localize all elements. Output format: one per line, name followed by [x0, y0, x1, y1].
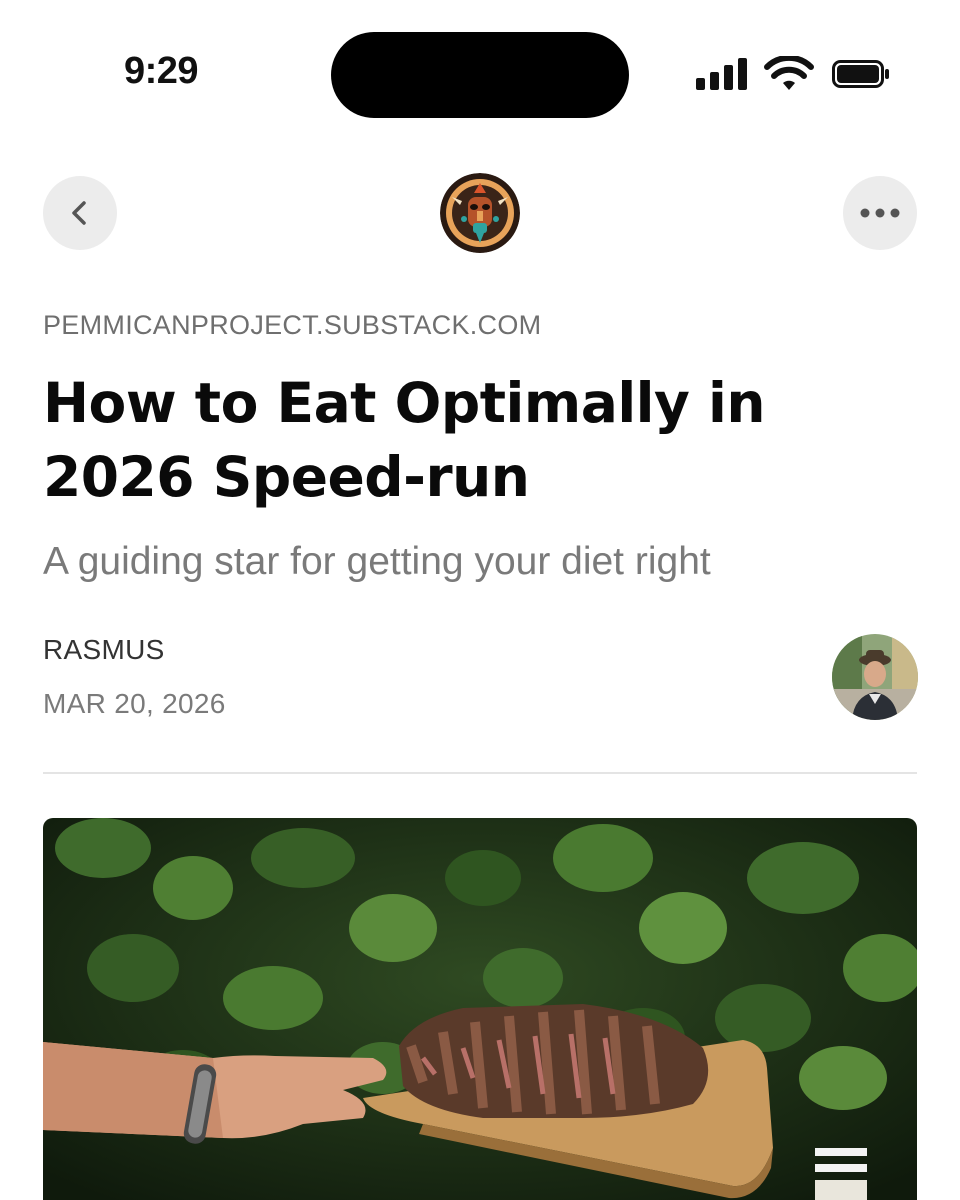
article-subtitle: A guiding star for getting your diet rig…	[43, 540, 711, 583]
back-button[interactable]	[43, 176, 117, 250]
author-avatar[interactable]	[832, 634, 918, 720]
publication-domain[interactable]: PEMMICANPROJECT.SUBSTACK.COM	[43, 310, 541, 341]
wifi-icon	[764, 56, 814, 90]
dynamic-island	[331, 32, 629, 118]
status-time: 9:29	[124, 50, 199, 92]
header-divider	[43, 772, 917, 774]
author-name[interactable]: RASMUS	[43, 634, 165, 666]
ellipsis-icon	[860, 208, 900, 218]
more-options-button[interactable]	[843, 176, 917, 250]
article-title: How to Eat Optimally in 2026 Speed-run	[43, 371, 766, 509]
author-photo	[832, 634, 918, 720]
hero-image[interactable]	[43, 818, 917, 1200]
status-bar: 9:29	[0, 0, 960, 140]
publish-date: MAR 20, 2026	[43, 688, 226, 719]
battery-icon	[832, 60, 889, 88]
cellular-signal-icon	[696, 58, 747, 90]
chevron-left-icon	[72, 201, 86, 225]
publication-logo[interactable]	[440, 173, 520, 253]
tribal-mask-logo-icon	[440, 173, 520, 253]
steak-on-board-photo	[43, 818, 917, 1200]
